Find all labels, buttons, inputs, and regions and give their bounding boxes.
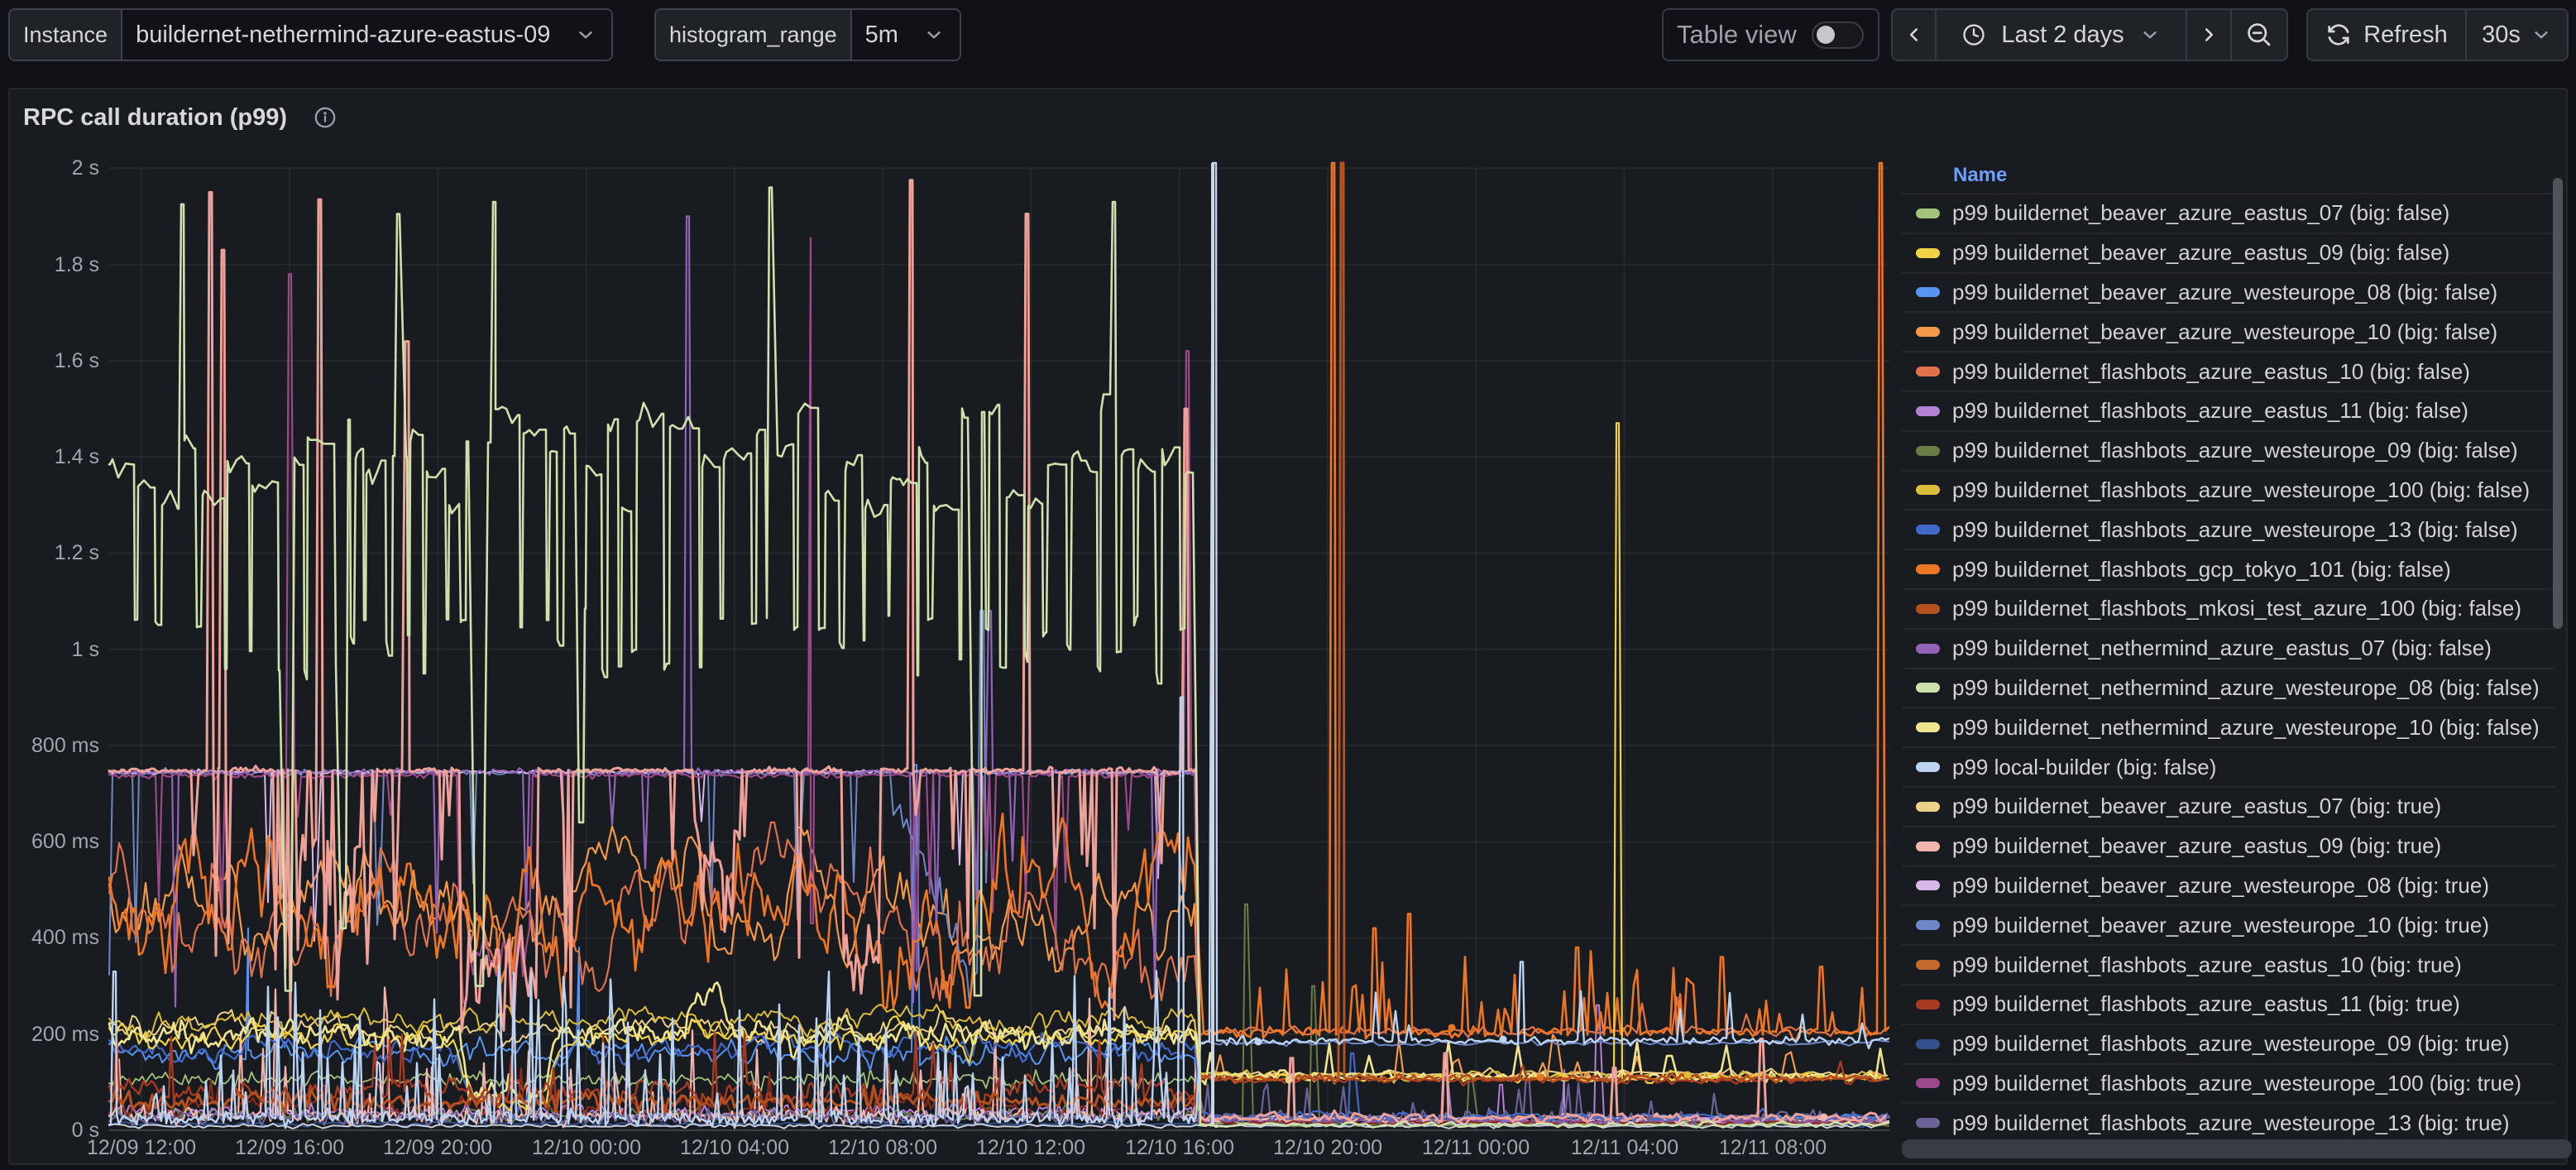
svg-text:1.2 s: 1.2 s <box>55 541 99 564</box>
svg-text:12/09 12:00: 12/09 12:00 <box>87 1136 196 1159</box>
svg-text:12/09 16:00: 12/09 16:00 <box>235 1136 344 1159</box>
svg-text:200 ms: 200 ms <box>31 1023 99 1046</box>
svg-text:12/10 04:00: 12/10 04:00 <box>680 1136 789 1159</box>
svg-text:12/10 16:00: 12/10 16:00 <box>1125 1136 1234 1159</box>
svg-text:1 s: 1 s <box>72 638 99 661</box>
svg-text:1.4 s: 1.4 s <box>55 445 99 468</box>
svg-text:12/11 08:00: 12/11 08:00 <box>1719 1136 1827 1159</box>
svg-text:1.6 s: 1.6 s <box>55 349 99 372</box>
svg-text:12/10 00:00: 12/10 00:00 <box>532 1136 641 1159</box>
svg-text:1.8 s: 1.8 s <box>55 253 99 276</box>
svg-text:12/09 20:00: 12/09 20:00 <box>383 1136 492 1159</box>
svg-text:12/11 04:00: 12/11 04:00 <box>1571 1136 1678 1159</box>
svg-text:12/10 12:00: 12/10 12:00 <box>976 1136 1085 1159</box>
svg-text:400 ms: 400 ms <box>31 926 99 949</box>
svg-text:800 ms: 800 ms <box>31 734 99 757</box>
svg-text:2 s: 2 s <box>72 156 99 180</box>
svg-text:12/10 08:00: 12/10 08:00 <box>828 1136 937 1159</box>
svg-text:12/10 20:00: 12/10 20:00 <box>1273 1136 1382 1159</box>
svg-text:12/11 00:00: 12/11 00:00 <box>1422 1136 1530 1159</box>
svg-text:600 ms: 600 ms <box>31 830 99 853</box>
